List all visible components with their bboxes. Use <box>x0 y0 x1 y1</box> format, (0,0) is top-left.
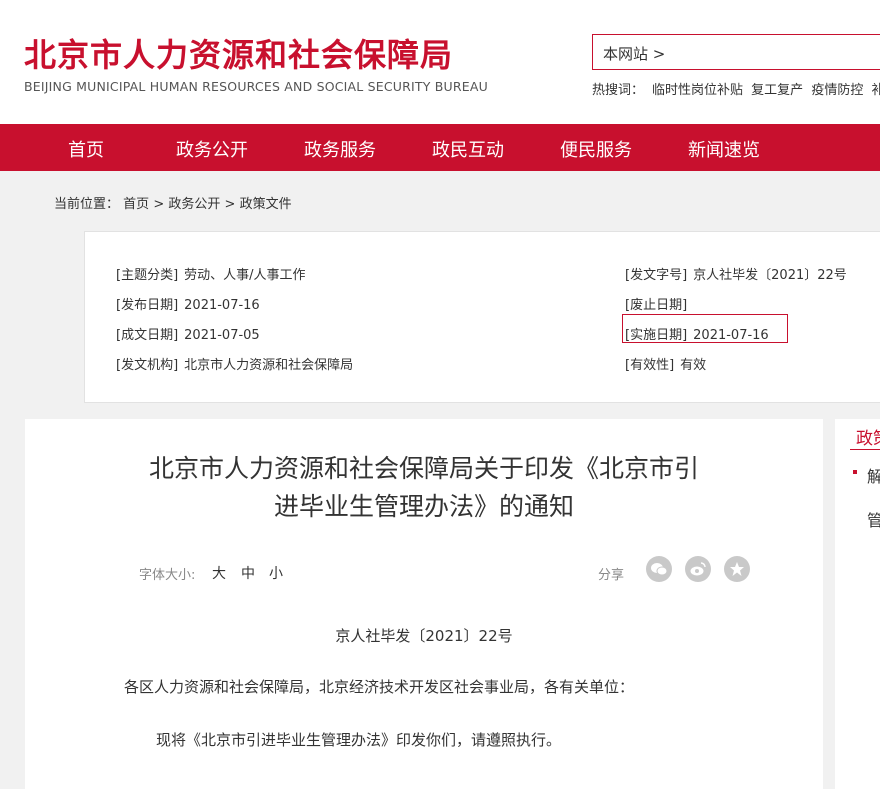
hot-word-link[interactable]: 临时性岗位补贴 <box>652 83 743 98</box>
font-size-medium-button[interactable]: 中 <box>241 563 255 583</box>
breadcrumb: 当前位置： 首页 > 政务公开 > 政策文件 <box>54 193 292 212</box>
search-input[interactable]: 本网站 > <box>592 34 880 70</box>
article-paragraph: 现将《北京市引进毕业生管理办法》印发你们，请遵照执行。 <box>156 731 562 749</box>
side-list-item[interactable]: 管 <box>867 507 880 531</box>
weibo-icon[interactable] <box>685 556 711 582</box>
wechat-icon[interactable] <box>646 556 672 582</box>
nav-item-gov-services[interactable]: 政务服务 <box>304 136 376 162</box>
breadcrumb-separator: > <box>153 197 165 212</box>
meta-publish-date: [发布日期] 2021-07-16 <box>116 294 260 313</box>
breadcrumb-separator: > <box>224 197 236 212</box>
hot-word-link[interactable]: 疫情防控 <box>811 83 863 98</box>
meta-topic-value: 劳动、人事/人事工作 <box>184 268 306 283</box>
favorite-icon[interactable] <box>724 556 750 582</box>
article-title-line: 进毕业生管理办法》的通知 <box>273 492 574 521</box>
effective-date-highlight <box>622 314 788 343</box>
font-size-label: 字体大小: <box>139 568 196 583</box>
nav-item-home[interactable]: 首页 <box>68 136 104 162</box>
share-label: 分享 <box>598 568 625 583</box>
nav-item-interaction[interactable]: 政民互动 <box>432 136 504 162</box>
meta-validity-key: [有效性] <box>625 358 675 373</box>
meta-docno-key: [发文字号] <box>625 268 688 283</box>
main-nav: 首页 政务公开 政务服务 政民互动 便民服务 新闻速览 <box>0 124 880 171</box>
site-logo-cn[interactable]: 北京市人力资源和社会保障局 <box>24 30 453 76</box>
meta-org-value: 北京市人力资源和社会保障局 <box>184 358 354 373</box>
hot-search-words: 临时性岗位补贴 复工复产 疫情防控 补 <box>652 79 880 98</box>
nav-item-gov-affairs-open[interactable]: 政务公开 <box>176 136 248 162</box>
font-size-small-button[interactable]: 小 <box>269 563 283 583</box>
article-paragraph: 各区人力资源和社会保障局，北京经济技术开发区社会事业局，各有关单位： <box>124 678 635 696</box>
side-tab-policy[interactable]: 政策 <box>856 424 880 449</box>
breadcrumb-home[interactable]: 首页 <box>123 197 149 212</box>
search-scope-selector[interactable]: 本网站 > <box>603 43 665 64</box>
breadcrumb-policy-docs[interactable]: 政策文件 <box>240 197 292 212</box>
side-tab-underline <box>850 449 880 450</box>
meta-validity: [有效性] 有效 <box>625 354 706 373</box>
breadcrumb-gov-affairs-open[interactable]: 政务公开 <box>168 197 220 212</box>
meta-topic-key: [主题分类] <box>116 268 179 283</box>
article-title-line: 北京市人力资源和社会保障局关于印发《北京市引 <box>148 454 699 483</box>
breadcrumb-prefix: 当前位置： <box>54 197 120 212</box>
meta-publish-value: 2021-07-16 <box>184 298 260 313</box>
font-size-large-button[interactable]: 大 <box>212 563 226 583</box>
meta-repeal-key: [废止日期] <box>625 298 688 313</box>
hot-word-link[interactable]: 复工复产 <box>751 83 803 98</box>
site-header: 北京市人力资源和社会保障局 BEIJING MUNICIPAL HUMAN RE… <box>0 0 880 124</box>
meta-written-date: [成文日期] 2021-07-05 <box>116 324 260 343</box>
nav-item-news[interactable]: 新闻速览 <box>688 136 760 162</box>
meta-docno-value: 京人社毕发〔2021〕22号 <box>693 268 847 283</box>
meta-written-key: [成文日期] <box>116 328 179 343</box>
site-logo-en: BEIJING MUNICIPAL HUMAN RESOURCES AND SO… <box>24 79 488 94</box>
meta-publish-key: [发布日期] <box>116 298 179 313</box>
meta-topic: [主题分类] 劳动、人事/人事工作 <box>116 264 306 283</box>
article-doc-number: 京人社毕发〔2021〕22号 <box>335 627 513 645</box>
hot-search-label: 热搜词： <box>592 83 645 98</box>
side-bullet-icon <box>853 470 857 474</box>
side-list-item[interactable]: 解 <box>867 463 880 487</box>
meta-repeal-date: [废止日期] <box>625 294 693 313</box>
hot-word-link[interactable]: 补 <box>871 83 880 98</box>
meta-written-value: 2021-07-05 <box>184 328 260 343</box>
meta-issuing-org: [发文机构] 北京市人力资源和社会保障局 <box>116 354 353 373</box>
meta-doc-number: [发文字号] 京人社毕发〔2021〕22号 <box>625 264 847 283</box>
meta-org-key: [发文机构] <box>116 358 179 373</box>
meta-validity-value: 有效 <box>680 358 707 373</box>
article-title: 北京市人力资源和社会保障局关于印发《北京市引 进毕业生管理办法》的通知 <box>25 450 823 526</box>
nav-item-convenience[interactable]: 便民服务 <box>560 136 632 162</box>
